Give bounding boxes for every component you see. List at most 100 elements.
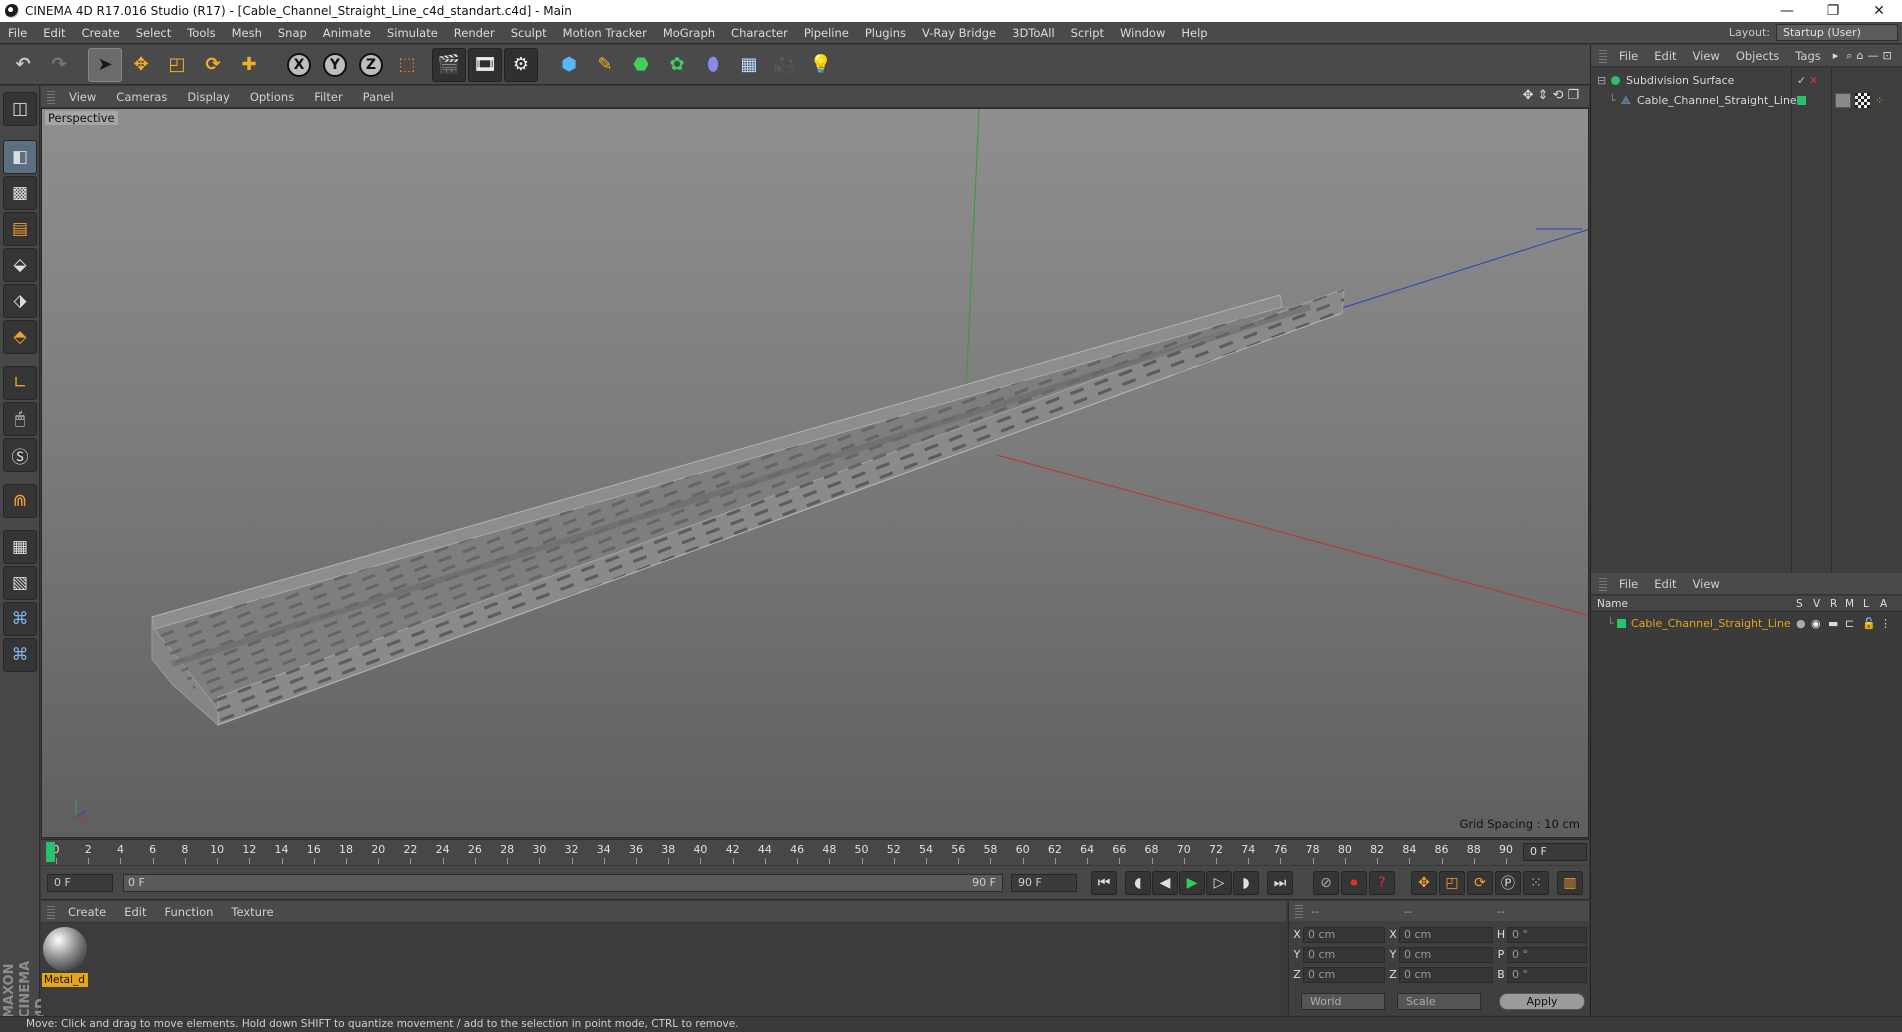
solo-dot-icon[interactable]: ● (1796, 615, 1806, 632)
current-frame-field[interactable]: 0 F (1523, 843, 1587, 861)
start-frame-field[interactable]: 0 F (47, 874, 113, 892)
record-keys-button[interactable]: ⊘ (1313, 871, 1339, 895)
objects-menu-view[interactable]: View (1685, 49, 1728, 63)
pos-z-field[interactable]: 0 cm (1303, 967, 1385, 983)
workplane-lock-button[interactable]: ▦ (3, 530, 37, 564)
go-to-end-button[interactable]: ⏭ (1267, 871, 1293, 895)
objects-menu-file[interactable]: File (1611, 49, 1646, 63)
tree-collapse-icon[interactable]: ⊟ (1597, 72, 1606, 89)
pan-arrows-icon[interactable]: ✥ (1523, 88, 1534, 103)
menu-animate[interactable]: Animate (315, 26, 379, 40)
texture-mode-button[interactable]: ▩ (3, 176, 37, 210)
size-x-field[interactable]: 0 cm (1399, 927, 1493, 943)
python-script-button[interactable]: ⌘ (3, 602, 37, 636)
add-light-button[interactable]: 💡 (804, 48, 838, 82)
perspective-viewport[interactable]: Perspective Grid Spacing : 10 cm (41, 108, 1589, 838)
x-axis-lock-button[interactable]: X (282, 48, 316, 82)
apply-button[interactable]: Apply (1499, 993, 1585, 1010)
recent-tool-button[interactable]: ✚ (232, 48, 266, 82)
size-mode-dropdown[interactable]: Scale (1397, 993, 1481, 1010)
live-selection-button[interactable]: ➤ (88, 48, 122, 82)
size-y-field[interactable]: 0 cm (1399, 947, 1493, 963)
key-position-button[interactable]: ✥ (1411, 871, 1437, 895)
animation-icon[interactable]: ⋮ (1880, 615, 1891, 632)
menu-simulate[interactable]: Simulate (379, 26, 446, 40)
menu-motion-tracker[interactable]: Motion Tracker (555, 26, 655, 40)
edges-mode-button[interactable]: ⬗ (3, 284, 37, 318)
move-tool-button[interactable]: ✥ (124, 48, 158, 82)
object-name[interactable]: Cable_Channel_Straight_Line (1637, 92, 1797, 109)
add-deformer-button[interactable]: ⬮ (696, 48, 730, 82)
material-name[interactable]: Metal_d (42, 973, 88, 987)
restore-button[interactable]: ❐ (1810, 0, 1856, 22)
make-editable-button[interactable]: ◫ (3, 92, 37, 126)
workplane-rotate-button[interactable]: ▧ (3, 566, 37, 600)
render-icon[interactable]: ▬ (1828, 615, 1838, 632)
render-picture-viewer-button[interactable]: 🎞 (468, 48, 502, 82)
pos-x-field[interactable]: 0 cm (1303, 927, 1385, 943)
layers-menu-view[interactable]: View (1685, 577, 1728, 591)
key-scale-button[interactable]: ◰ (1439, 871, 1465, 895)
menu-window[interactable]: Window (1112, 26, 1173, 40)
add-mograph-button[interactable]: ✿ (660, 48, 694, 82)
menu-sculpt[interactable]: Sculpt (503, 26, 555, 40)
rot-h-field[interactable]: 0 ° (1507, 927, 1587, 943)
zoom-arrow-icon[interactable]: ⇕ (1538, 88, 1549, 103)
previous-frame-button[interactable]: ◀ (1152, 871, 1178, 895)
render-settings-button[interactable]: ⚙ (504, 48, 538, 82)
maximize-view-icon[interactable]: ❐ (1567, 88, 1579, 103)
close-window-button[interactable]: ✕ (1856, 0, 1902, 22)
add-subdivision-button[interactable]: ⬣ (624, 48, 658, 82)
layout-dropdown[interactable]: Startup (User) (1776, 24, 1898, 41)
viewport-menu-filter[interactable]: Filter (304, 90, 352, 104)
add-floor-button[interactable]: ▦ (732, 48, 766, 82)
layer-row[interactable]: └ Cable_Channel_Straight_Line ● ◉ ▬ ⊏ 🔓 … (1591, 615, 1902, 632)
preview-range-slider[interactable]: 0 F 90 F (123, 874, 1003, 892)
next-keyframe-button[interactable]: ◗ (1233, 871, 1259, 895)
pos-y-field[interactable]: 0 cm (1303, 947, 1385, 963)
layer-color-swatch[interactable] (1617, 619, 1626, 628)
key-parameter-button[interactable]: Ⓟ (1495, 871, 1521, 895)
rot-b-field[interactable]: 0 ° (1507, 967, 1587, 983)
material-menu-edit[interactable]: Edit (115, 905, 155, 919)
snap-button[interactable]: ⋒ (3, 484, 37, 518)
home-icon[interactable]: ⌂ (1856, 49, 1863, 62)
render-view-button[interactable]: 🎬 (432, 48, 466, 82)
add-spline-button[interactable]: ✎ (588, 48, 622, 82)
viewport-menu-panel[interactable]: Panel (353, 90, 404, 104)
timeline-window-button[interactable]: ▥ (1557, 871, 1583, 895)
disabled-x-icon[interactable]: ✕ (1809, 72, 1818, 89)
z-axis-lock-button[interactable]: Z (354, 48, 388, 82)
uvw-tag-icon[interactable] (1855, 93, 1870, 108)
material-menu-function[interactable]: Function (156, 905, 223, 919)
go-to-start-button[interactable]: ⏮ (1091, 871, 1117, 895)
tweak-mode-button[interactable]: 🖱 (3, 402, 37, 436)
menu-script[interactable]: Script (1063, 26, 1112, 40)
menu-snap[interactable]: Snap (270, 26, 315, 40)
menu-help[interactable]: Help (1173, 26, 1215, 40)
points-mode-button[interactable]: ⬙ (3, 248, 37, 282)
model-mode-button[interactable]: ◧ (3, 140, 37, 174)
timeline-playhead[interactable] (46, 842, 55, 862)
object-row-subdivision-surface[interactable]: ⊟ Subdivision Surface ✓ ✕ (1591, 72, 1902, 89)
add-cube-button[interactable]: ⬢ (552, 48, 586, 82)
solo-button[interactable]: Ⓢ (3, 438, 37, 472)
scale-tool-button[interactable]: ◰ (160, 48, 194, 82)
viewport-menu-view[interactable]: View (59, 90, 106, 104)
size-z-field[interactable]: 0 cm (1399, 967, 1493, 983)
key-rotation-button[interactable]: ⟳ (1467, 871, 1493, 895)
object-row-cable-channel[interactable]: └ ⟁ Cable_Channel_Straight_Line ⁘ (1591, 92, 1902, 109)
end-frame-field[interactable]: 90 F (1011, 874, 1077, 892)
object-name[interactable]: Subdivision Surface (1626, 72, 1734, 89)
menu-pipeline[interactable]: Pipeline (796, 26, 857, 40)
panel-options-icon[interactable]: ⊡ (1882, 49, 1891, 62)
axis-mode-button[interactable]: ∟ (3, 366, 37, 400)
menu-render[interactable]: Render (446, 26, 503, 40)
texture-tag-icon[interactable] (1835, 93, 1851, 108)
lock-icon[interactable]: 🔓 (1862, 615, 1876, 632)
workplane-mode-button[interactable]: ▤ (3, 212, 37, 246)
menu-file[interactable]: File (0, 26, 35, 40)
python-script-2-button[interactable]: ⌘ (3, 638, 37, 672)
autokey-button[interactable]: ⏺ (1341, 871, 1367, 895)
viewport-menu-options[interactable]: Options (240, 90, 304, 104)
